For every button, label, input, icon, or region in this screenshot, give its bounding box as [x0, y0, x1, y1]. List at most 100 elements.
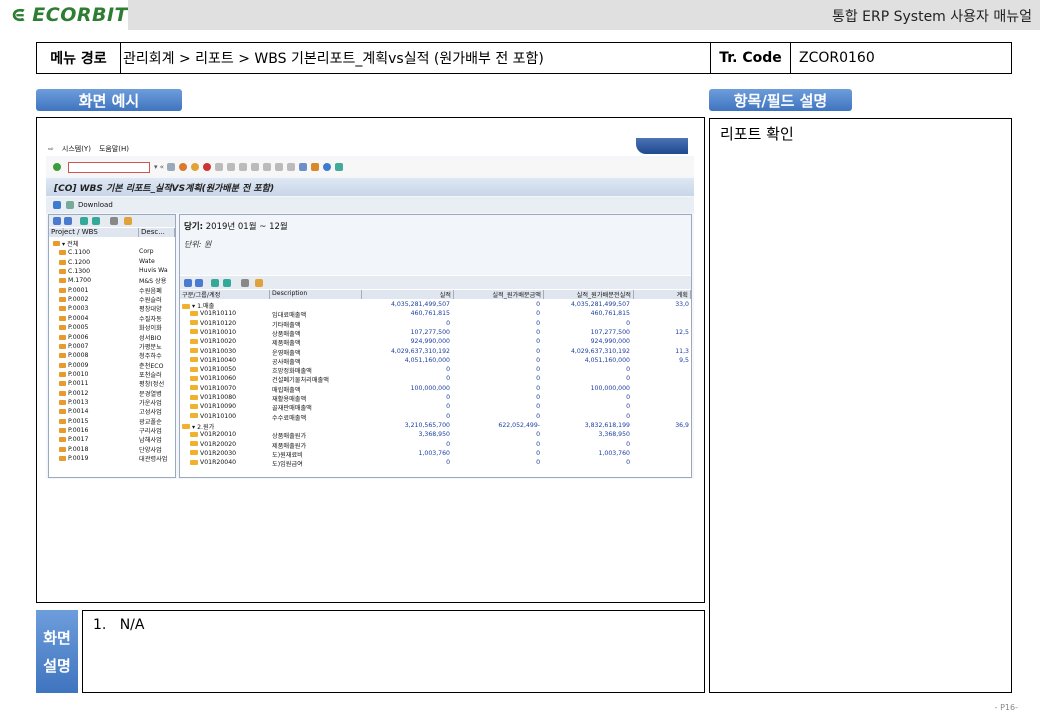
print-icon[interactable]: [215, 163, 224, 171]
enter-icon[interactable]: [53, 163, 61, 171]
grid-row[interactable]: V01R10050 흐망정화매출액 0 0 0: [180, 366, 691, 375]
grid-expand-icon[interactable]: [184, 279, 192, 287]
tree-row[interactable]: P.0011 평창(정선: [49, 379, 175, 388]
command-dropdown-icon[interactable]: ▾ «: [154, 163, 164, 171]
tree-row[interactable]: P.0002 수원슬러: [49, 295, 175, 304]
sap-exit-icon[interactable]: ⇨: [48, 145, 54, 153]
help-icon[interactable]: [323, 163, 332, 171]
grid-print-icon[interactable]: [241, 279, 249, 287]
grid-col-plan[interactable]: 계획: [634, 290, 691, 299]
tree-row[interactable]: C.1200 Wate: [49, 258, 175, 267]
filter-icon[interactable]: [80, 217, 88, 225]
tree-row[interactable]: C.1100 Corp: [49, 248, 175, 257]
grid-row[interactable]: V01R20030 도)원재료비 1,003,760 0 1,003,760: [180, 450, 691, 459]
save-icon[interactable]: [167, 163, 176, 171]
tree-col-desc[interactable]: Desc...: [139, 228, 175, 237]
sort-icon[interactable]: [92, 217, 100, 225]
exit-icon[interactable]: [191, 163, 200, 171]
last-page-icon[interactable]: [287, 163, 296, 171]
tree-row[interactable]: P.0004 수질자동: [49, 314, 175, 323]
tree-row[interactable]: ▾ 전체: [49, 239, 175, 248]
tree-row[interactable]: P.0016 구리사업: [49, 426, 175, 435]
tree-node: P.0007: [49, 342, 139, 351]
prev-page-icon[interactable]: [263, 163, 272, 171]
grid-row[interactable]: V01R10090 골재판매매출액 0 0 0: [180, 403, 691, 412]
grid-cell-alloc: 0: [536, 319, 540, 327]
tree-node: M.1700: [49, 276, 139, 285]
export-icon[interactable]: [124, 217, 132, 225]
menu-help[interactable]: 도움말(H): [99, 144, 129, 154]
download-icon[interactable]: [66, 201, 74, 209]
grid-sum-icon[interactable]: [223, 279, 231, 287]
first-page-icon[interactable]: [251, 163, 260, 171]
grid-row[interactable]: V01R10010 상품매출액 107,277,500 0 107,277,500 12,…: [180, 329, 691, 338]
back-icon[interactable]: [179, 163, 188, 171]
tree-row[interactable]: P.0012 문경열병: [49, 389, 175, 398]
grid-col-pre-alloc[interactable]: 실적_원가배분전실적: [544, 290, 634, 299]
tree-row[interactable]: P.0006 성서BIO: [49, 333, 175, 342]
expand-icon[interactable]: [53, 217, 61, 225]
tree-row[interactable]: C.1300 Huvis Wa: [49, 267, 175, 276]
tree-row[interactable]: M.1700 M&S 상용: [49, 276, 175, 285]
find-icon[interactable]: [227, 163, 236, 171]
period-text: 당기: 2019년 01월 ~ 12월: [184, 220, 288, 232]
grid-row[interactable]: V01R10040 공사매출액 4,051,160,000 0 4,051,160,00…: [180, 357, 691, 366]
grid-col-account[interactable]: 구분/그룹/계정: [180, 290, 270, 299]
grid-row[interactable]: V01R10080 재활용매출액 0 0 0: [180, 394, 691, 403]
grid-col-description[interactable]: Description: [270, 290, 362, 299]
grid-row[interactable]: ▾ 2.원가 3,210,565,700 622,052,499- 3,832,618…: [180, 422, 691, 431]
menu-system[interactable]: 시스템(Y): [62, 144, 91, 154]
grid-collapse-icon[interactable]: [195, 279, 203, 287]
tree-node: P.0014: [49, 407, 139, 416]
tree-row[interactable]: P.0019 대관령사업: [49, 454, 175, 463]
grid-row[interactable]: V01R10100 수수료매출액 0 0 0: [180, 413, 691, 422]
grid-cell-acct: V01R20030: [190, 450, 278, 457]
command-field[interactable]: [68, 161, 150, 173]
print-tree-icon[interactable]: [110, 217, 118, 225]
tree-row[interactable]: P.0007 가평분뇨: [49, 342, 175, 351]
shortcut-icon[interactable]: [311, 163, 320, 171]
wbs-node-icon: [59, 353, 66, 359]
tree-row[interactable]: P.0018 단양사업: [49, 445, 175, 454]
tree-row[interactable]: P.0015 광교폴순: [49, 417, 175, 426]
tree-row[interactable]: P.0005 화성이화: [49, 323, 175, 332]
tree-row[interactable]: P.0010 포천슬러: [49, 370, 175, 379]
grid-cell-alloc: 0: [536, 338, 540, 346]
grid-row[interactable]: V01R10020 제품매출액 924,990,000 0 924,990,000: [180, 338, 691, 347]
tree-col-project[interactable]: Project / WBS: [49, 228, 139, 237]
grid-cell-desc: 재활용매출액: [272, 396, 307, 403]
tree-node: ▾ 전체: [49, 239, 139, 248]
grid-row[interactable]: V01R10110 임대료매출액 460,761,815 0 460,761,815: [180, 310, 691, 319]
tree-row[interactable]: P.0014 고성사업: [49, 407, 175, 416]
grid-row[interactable]: ▾ 1.매출 4,035,281,499,507 0 4,035,281,499,50…: [180, 301, 691, 310]
next-page-icon[interactable]: [275, 163, 284, 171]
tree-row[interactable]: P.0008 청주하수: [49, 351, 175, 360]
grid-row[interactable]: V01R10120 기타매출액 0 0 0: [180, 320, 691, 329]
tree-row[interactable]: P.0009 춘천ECO: [49, 361, 175, 370]
grid-row[interactable]: V01R10030 운영매출액 4,029,637,310,192 0 4,029,63…: [180, 348, 691, 357]
grid-row[interactable]: V01R10070 매립매출액 100,000,000 0 100,000,000: [180, 385, 691, 394]
info-icon[interactable]: [53, 201, 61, 209]
grid-col-allocation[interactable]: 실적_원가배분금액: [454, 290, 544, 299]
find-next-icon[interactable]: [239, 163, 248, 171]
tree-row[interactable]: P.0003 평창대양: [49, 304, 175, 313]
download-button[interactable]: Download: [78, 201, 113, 209]
cancel-icon[interactable]: [203, 163, 212, 171]
grid-row[interactable]: V01R20040 도)임원급여 0 0 0: [180, 459, 691, 468]
grid-export-icon[interactable]: [255, 279, 263, 287]
grid-cell-pre: 0: [626, 412, 630, 420]
tree-row[interactable]: P.0017 남해사업: [49, 435, 175, 444]
tree-row[interactable]: P.0013 가운사업: [49, 398, 175, 407]
window-controls[interactable]: [636, 138, 688, 154]
collapse-icon[interactable]: [64, 217, 72, 225]
grid-row[interactable]: V01R20020 제품매출원가 0 0 0: [180, 441, 691, 450]
grid-col-actual[interactable]: 실적: [362, 290, 454, 299]
grid-row[interactable]: V01R10060 건설폐기물처리매출액 0 0 0: [180, 375, 691, 384]
new-session-icon[interactable]: [299, 163, 308, 171]
grid-filter-icon[interactable]: [211, 279, 219, 287]
tree-row[interactable]: P.0001 수원음폐: [49, 286, 175, 295]
grid-row[interactable]: V01R20010 상품매출원가 3,368,950 0 3,368,950: [180, 431, 691, 440]
folder-icon: [190, 403, 198, 409]
layout-menu-icon[interactable]: [335, 163, 344, 171]
grid-cell-plan: 12,5: [675, 328, 689, 336]
